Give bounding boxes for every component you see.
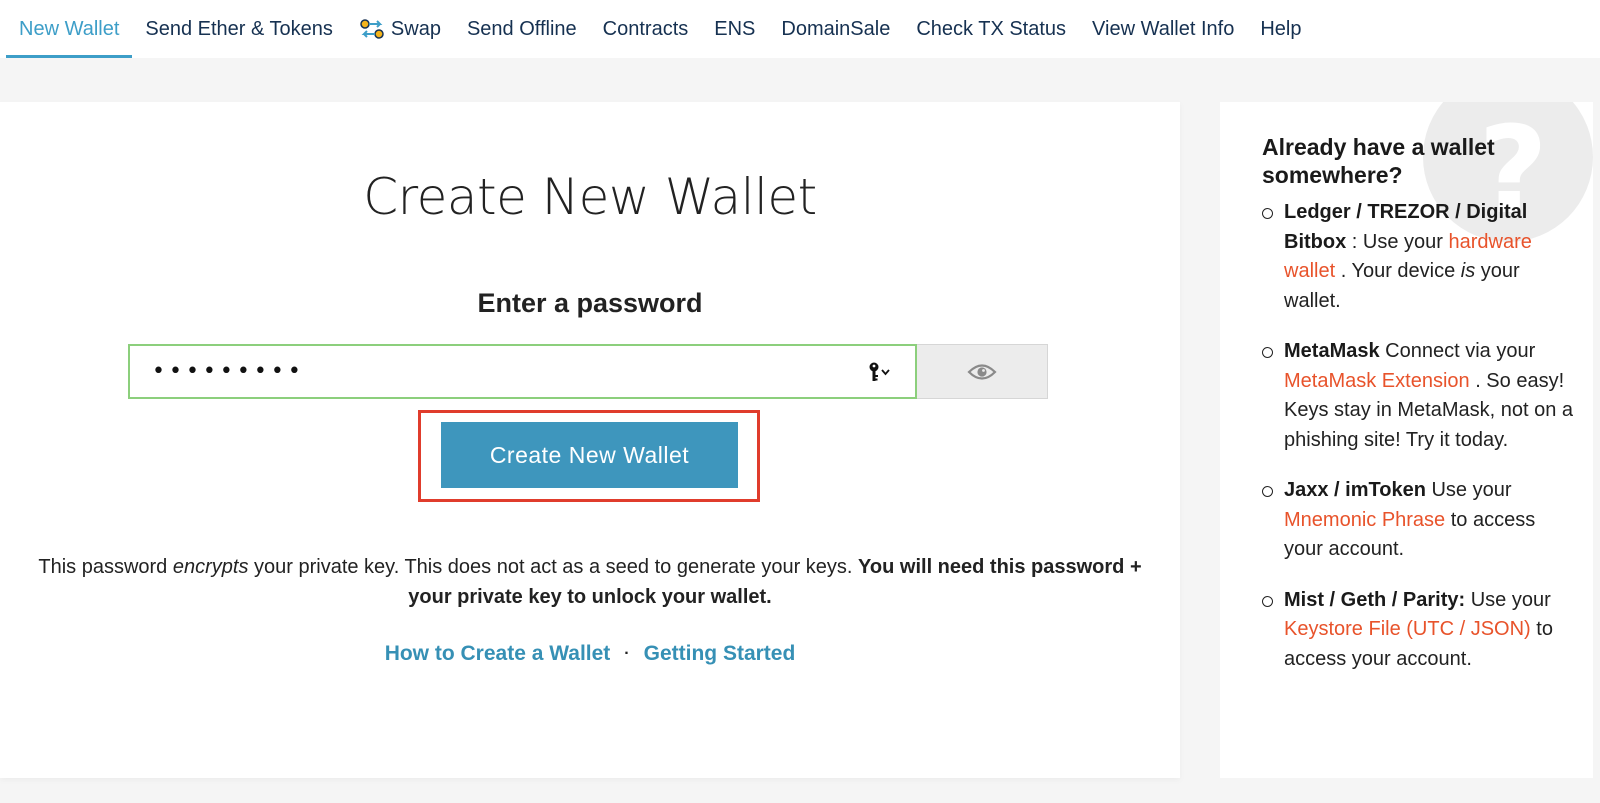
nav-label: Send Ether & Tokens xyxy=(145,17,333,40)
nav-send-offline[interactable]: Send Offline xyxy=(454,0,590,58)
nav-label: New Wallet xyxy=(19,17,120,40)
nav-label: View Wallet Info xyxy=(1092,17,1235,40)
sidebar-title: Already have a wallet somewhere? xyxy=(1262,134,1495,188)
password-note: This password encrypts your private key.… xyxy=(20,552,1160,612)
existing-wallet-sidebar: ? Already have a wallet somewhere? Ledge… xyxy=(1220,102,1593,778)
nav-ens[interactable]: ENS xyxy=(701,0,768,58)
wallet-options-list: Ledger / TREZOR / Digital Bitbox : Use y… xyxy=(1262,198,1577,695)
nav-send-ether-tokens[interactable]: Send Ether & Tokens xyxy=(132,0,346,58)
metamask-extension-link[interactable]: MetaMask Extension xyxy=(1284,370,1470,392)
nav-domainsale[interactable]: DomainSale xyxy=(768,0,903,58)
getting-started-link[interactable]: Getting Started xyxy=(644,642,796,666)
nav-label: DomainSale xyxy=(781,17,891,40)
list-text: Use your xyxy=(1425,479,1512,501)
nav-check-tx-status[interactable]: Check TX Status xyxy=(903,0,1079,58)
list-item: Mist / Geth / Parity: Use your Keystore … xyxy=(1262,586,1577,675)
nav-view-wallet-info[interactable]: View Wallet Info xyxy=(1079,0,1247,58)
list-italic: is xyxy=(1460,260,1476,282)
help-links: How to Create a Wallet · Getting Started xyxy=(0,642,1180,666)
page-title: Create New Wallet xyxy=(363,168,817,226)
create-new-wallet-button[interactable]: Create New Wallet xyxy=(441,422,738,488)
note-text: your private key. This does not act as a… xyxy=(248,556,859,578)
nav-label: Contracts xyxy=(602,17,689,40)
mnemonic-phrase-link[interactable]: Mnemonic Phrase xyxy=(1284,509,1445,531)
top-nav: New Wallet Send Ether & Tokens Swap Send… xyxy=(0,0,1600,58)
how-to-create-wallet-link[interactable]: How to Create a Wallet xyxy=(385,642,611,666)
password-input[interactable] xyxy=(130,346,915,397)
list-text: Connect via your xyxy=(1379,340,1536,362)
note-text: This password xyxy=(38,556,173,578)
toggle-password-visibility-button[interactable] xyxy=(917,344,1048,399)
nav-contracts[interactable]: Contracts xyxy=(590,0,702,58)
password-heading: Enter a password xyxy=(477,288,703,318)
swap-icon xyxy=(359,18,384,40)
nav-label: Help xyxy=(1260,17,1302,40)
list-text: . Your device xyxy=(1335,260,1461,282)
list-item: MetaMask Connect via your MetaMask Exten… xyxy=(1262,337,1577,455)
nav-label: ENS xyxy=(714,17,756,40)
wallet-type-name: Jaxx / imToken xyxy=(1284,479,1426,501)
create-wallet-panel: Create New Wallet Enter a password Creat… xyxy=(0,102,1180,778)
nav-label: Send Offline xyxy=(466,17,577,40)
password-group xyxy=(128,344,1048,399)
list-item: Ledger / TREZOR / Digital Bitbox : Use y… xyxy=(1262,198,1577,316)
note-emphasis: encrypts xyxy=(172,556,249,578)
nav-swap[interactable]: Swap xyxy=(346,0,454,58)
link-separator: · xyxy=(624,645,630,662)
list-text: Use your xyxy=(1465,588,1551,611)
key-icon[interactable] xyxy=(867,360,893,384)
wallet-type-name: MetaMask xyxy=(1284,340,1380,362)
wallet-type-name: Mist / Geth / Parity: xyxy=(1284,588,1466,611)
nav-new-wallet[interactable]: New Wallet xyxy=(6,0,133,58)
eye-icon xyxy=(967,363,997,380)
list-item: Jaxx / imToken Use your Mnemonic Phrase … xyxy=(1262,476,1577,565)
keystore-file-link[interactable]: Keystore File (UTC / JSON) xyxy=(1284,618,1531,640)
nav-label: Check TX Status xyxy=(916,17,1067,40)
list-text: : Use your xyxy=(1346,230,1449,253)
nav-help[interactable]: Help xyxy=(1247,0,1314,58)
nav-label: Swap xyxy=(390,17,441,40)
password-field-wrapper xyxy=(128,344,917,399)
